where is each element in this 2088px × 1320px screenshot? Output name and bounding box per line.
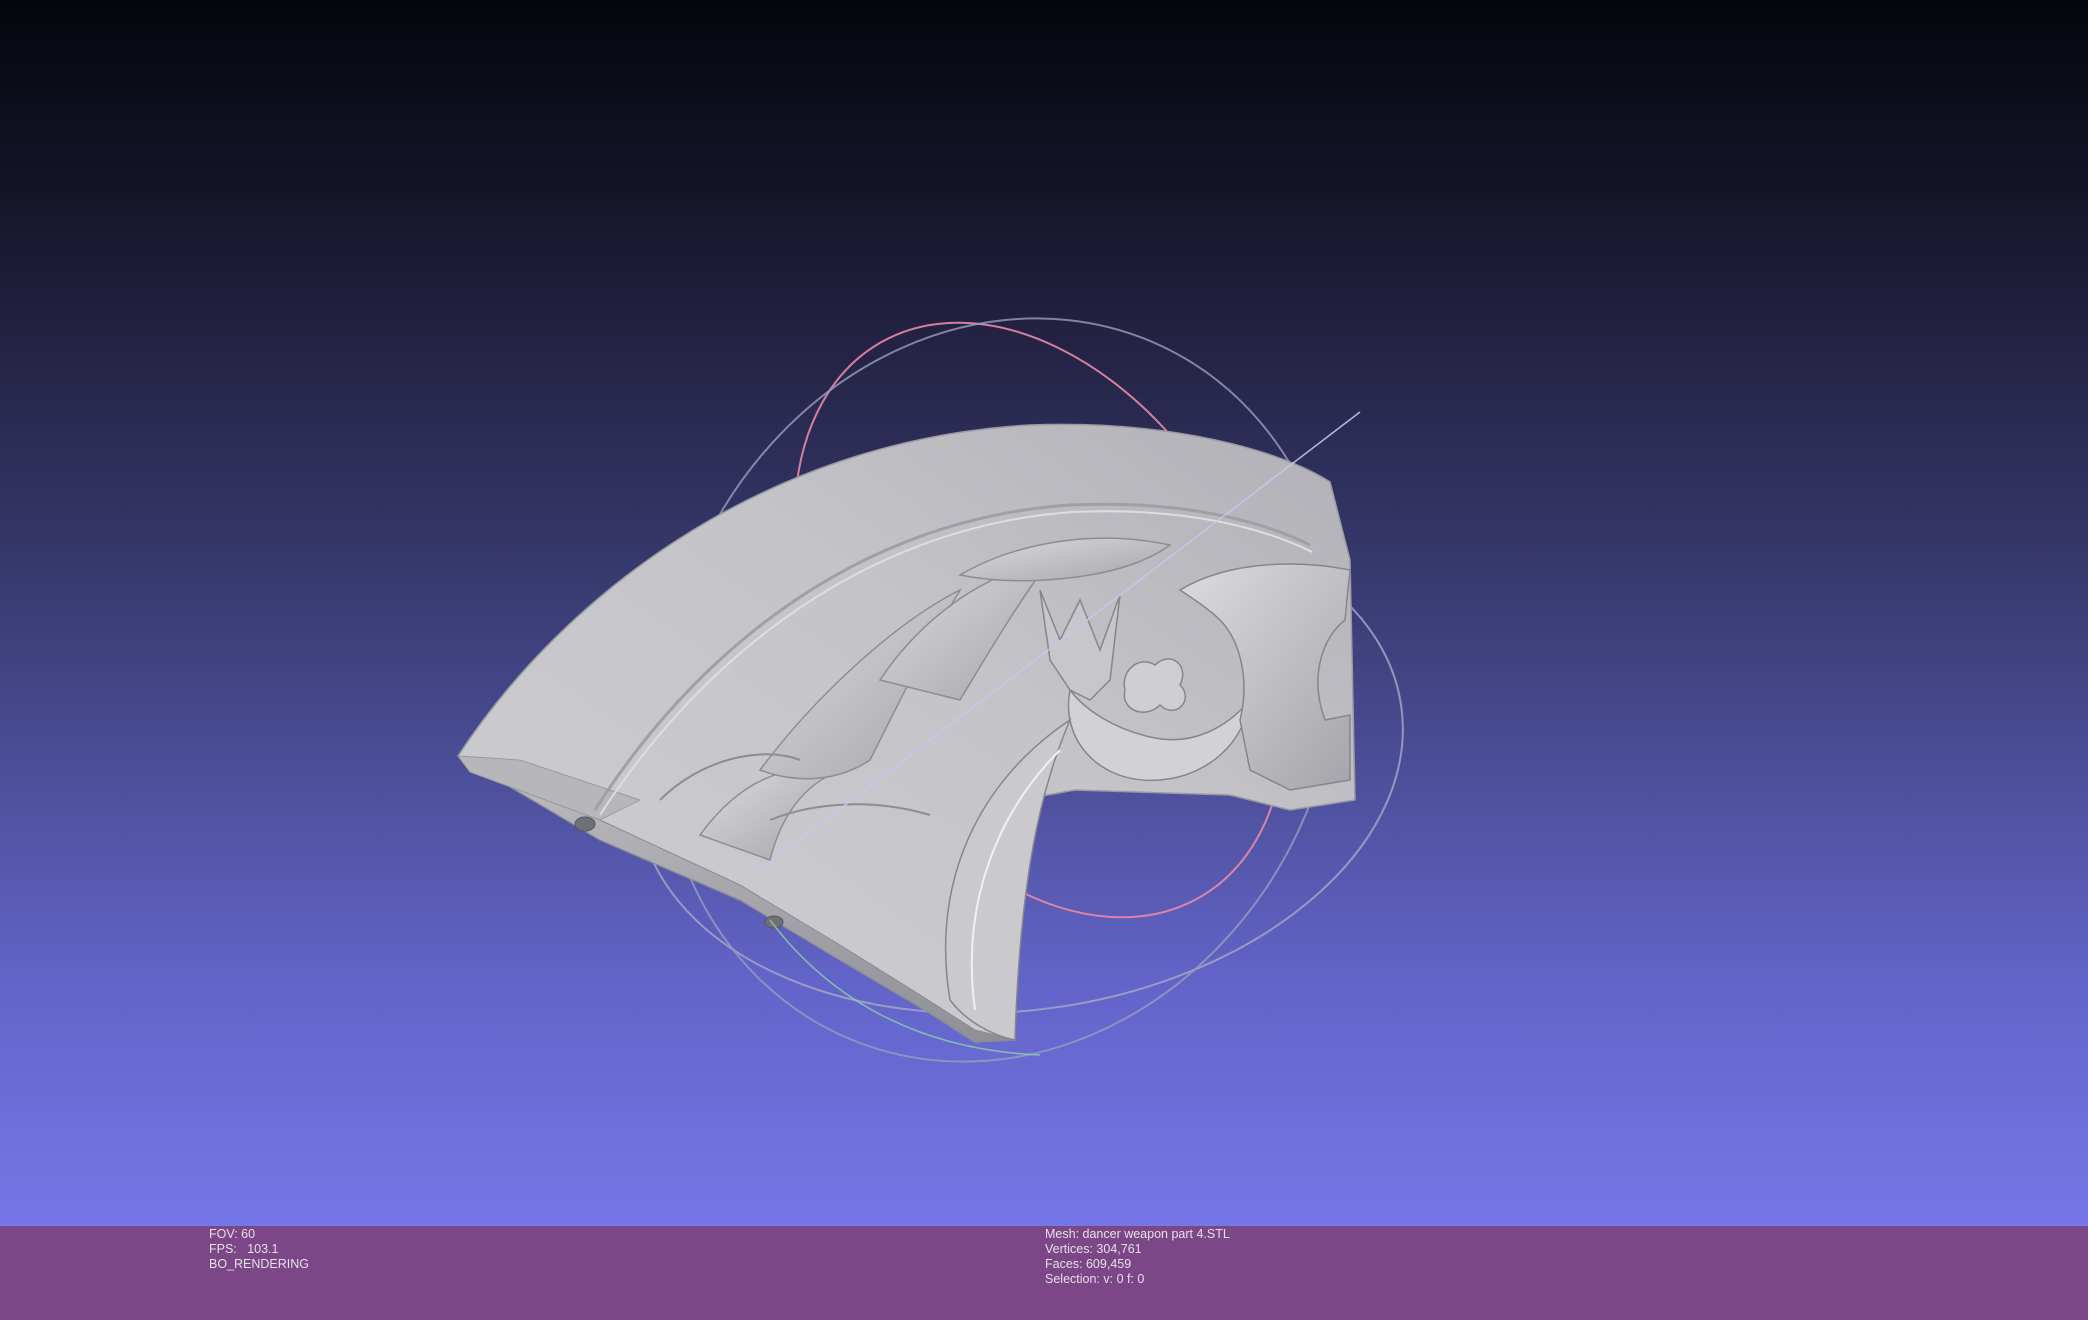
mesh-hole-1 bbox=[574, 816, 596, 832]
faces-readout: Faces: 609,459 bbox=[1045, 1257, 1132, 1271]
viewport-canvas[interactable] bbox=[0, 0, 2088, 1226]
fps-readout: FPS: 103.1 bbox=[209, 1242, 279, 1256]
render-info-panel: FOV: 60 FPS: 103.1 BO_RENDERING bbox=[209, 1227, 309, 1272]
mesh-info-panel: Mesh: dancer weapon part 4.STL Vertices:… bbox=[1045, 1227, 1230, 1287]
mesh-name-readout: Mesh: dancer weapon part 4.STL bbox=[1045, 1227, 1230, 1241]
mesh-model[interactable] bbox=[456, 423, 1356, 1043]
fov-readout: FOV: 60 bbox=[209, 1227, 256, 1241]
selection-readout: Selection: v: 0 f: 0 bbox=[1045, 1272, 1145, 1286]
3d-viewport[interactable] bbox=[0, 0, 2088, 1226]
render-mode-readout: BO_RENDERING bbox=[209, 1257, 310, 1271]
meshlab-window: FOV: 60 FPS: 103.1 BO_RENDERING Mesh: da… bbox=[0, 0, 2088, 1320]
status-bar: FOV: 60 FPS: 103.1 BO_RENDERING Mesh: da… bbox=[0, 1226, 2088, 1320]
vertices-readout: Vertices: 304,761 bbox=[1045, 1242, 1142, 1256]
mesh-relief-trefoil bbox=[1123, 658, 1187, 713]
